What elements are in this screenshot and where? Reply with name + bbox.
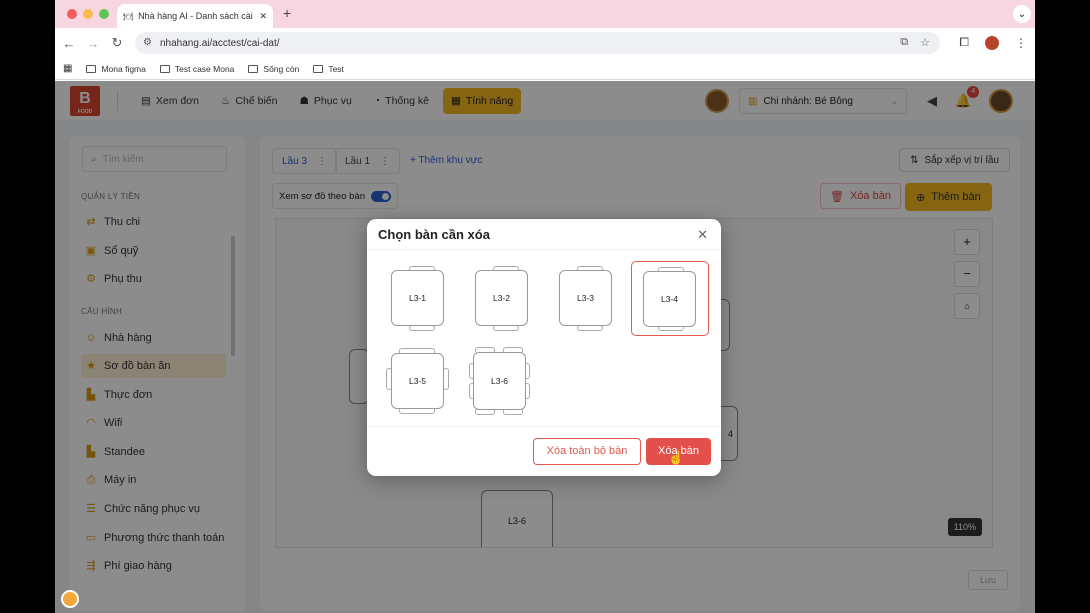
profile-avatar[interactable] [985, 35, 999, 50]
folder-icon [159, 64, 170, 73]
browser-tab[interactable]: 🍽 Nhà hàng AI - Danh sách cài đặ ✕ [117, 4, 273, 28]
table-option-l3-5[interactable]: L3-5 [383, 345, 461, 420]
table-option-l3-3[interactable]: L3-3 [551, 261, 629, 336]
folder-icon [86, 64, 97, 73]
new-tab-button[interactable]: + [283, 5, 291, 21]
table-option-l3-6[interactable]: L3-6 [467, 345, 545, 420]
window-controls [67, 9, 109, 19]
table-shape: L3-6 [473, 352, 526, 410]
modal-title: Chọn bàn cần xóa [378, 227, 490, 242]
delete-table-modal: Chọn bàn cần xóa ✕ L3-1 L3-2 L3-3 L3-4 L… [367, 219, 721, 476]
site-info-icon[interactable]: ⚙ [143, 37, 152, 48]
table-option-l3-2[interactable]: L3-2 [467, 261, 545, 336]
folder-icon [313, 64, 324, 73]
table-shape: L3-1 [391, 270, 444, 326]
browser-toolbar: ← → ↻ ⚙ nhahang.ai/acctest/cai-dat/ ⧉ ☆ … [55, 28, 1035, 58]
install-app-icon[interactable]: ⧉ [900, 36, 908, 49]
browser-tab-bar: 🍽 Nhà hàng AI - Danh sách cài đặ ✕ + ⌄ [55, 0, 1035, 28]
notification-bubble-icon[interactable] [61, 590, 79, 608]
bookmark-item[interactable]: Mona figma [86, 64, 146, 74]
hand-cursor-icon: ☝ [668, 450, 685, 465]
bookmark-item[interactable]: Test case Mona [159, 64, 234, 74]
table-option-l3-1[interactable]: L3-1 [383, 261, 461, 336]
bookmarks-bar: ▦ Mona figma Test case Mona Sống còn Tes… [55, 58, 1035, 80]
url-text: nhahang.ai/acctest/cai-dat/ [160, 37, 280, 49]
bookmark-star-icon[interactable]: ☆ [920, 36, 930, 49]
close-window-button[interactable] [67, 9, 77, 19]
divider [367, 426, 721, 427]
minimize-window-button[interactable] [83, 9, 93, 19]
apps-grid-icon[interactable]: ▦ [63, 63, 72, 74]
site-favicon-icon: 🍽 [123, 11, 134, 21]
address-bar[interactable]: ⚙ nhahang.ai/acctest/cai-dat/ ⧉ ☆ [135, 32, 940, 54]
bookmark-item[interactable]: Test [313, 64, 344, 74]
table-shape: L3-3 [559, 270, 612, 326]
table-shape: L3-2 [475, 270, 528, 326]
tab-title: Nhà hàng AI - Danh sách cài đặ [138, 11, 255, 21]
table-shape: L3-5 [391, 353, 444, 409]
browser-window: 🍽 Nhà hàng AI - Danh sách cài đặ ✕ + ⌄ ←… [55, 0, 1035, 613]
reload-icon[interactable]: ↻ [105, 35, 129, 51]
close-icon[interactable]: ✕ [697, 227, 708, 243]
extensions-icon[interactable]: ⧠ [959, 35, 969, 50]
delete-all-tables-button[interactable]: Xóa toàn bộ bàn [533, 438, 641, 465]
forward-arrow-icon[interactable]: → [81, 36, 105, 51]
maximize-window-button[interactable] [99, 9, 109, 19]
browser-menu-icon[interactable]: ⋮ [1015, 36, 1027, 50]
table-option-l3-4[interactable]: L3-4 [631, 261, 709, 336]
divider [367, 249, 721, 250]
table-shape: L3-4 [643, 271, 696, 327]
close-tab-icon[interactable]: ✕ [259, 11, 267, 22]
tab-search-chevron-icon[interactable]: ⌄ [1013, 5, 1031, 23]
back-arrow-icon[interactable]: ← [57, 36, 81, 51]
folder-icon [248, 64, 259, 73]
bookmark-item[interactable]: Sống còn [248, 64, 299, 74]
